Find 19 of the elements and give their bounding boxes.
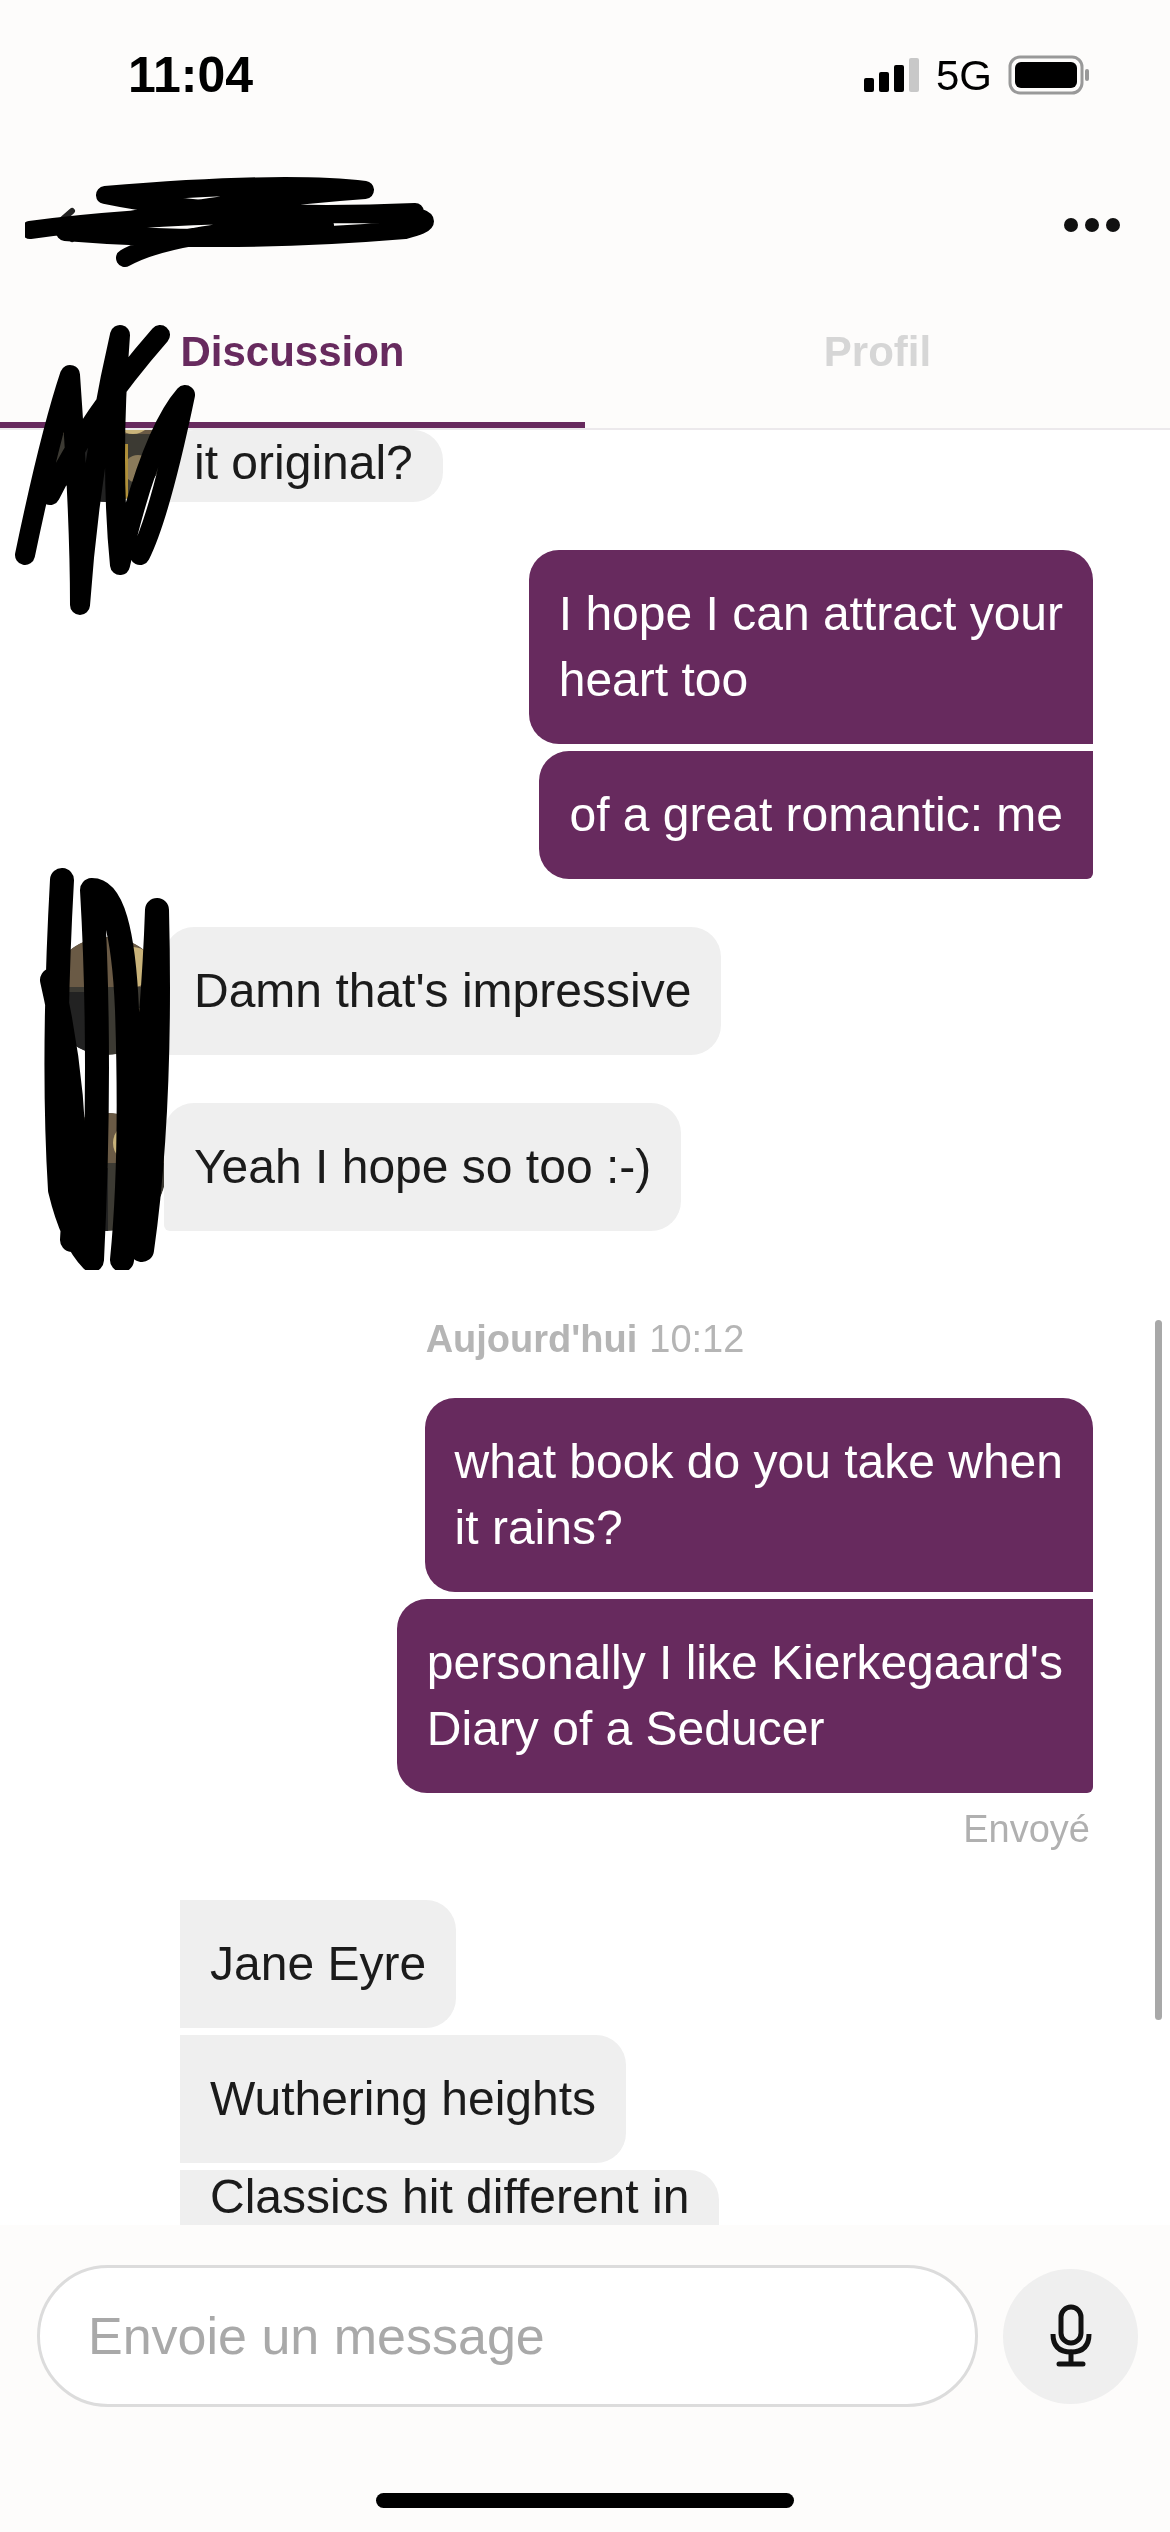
sent-message: of a great romantic: me [539, 751, 1093, 879]
received-message: Jane Eyre [180, 1900, 457, 2028]
microphone-icon [1048, 2304, 1093, 2368]
date-label: Aujourd'hui [425, 1317, 638, 1362]
received-message: Yeah I hope so too :-) [164, 1103, 682, 1231]
scrollbar[interactable] [1155, 1320, 1162, 2020]
sent-message: personally I like Kierkegaard's Diary of a Seducer [396, 1599, 1093, 1793]
more-icon[interactable] [1064, 218, 1120, 232]
sent-message: what book do you take when it rains? [424, 1398, 1093, 1592]
received-message: Classics hit different in [180, 2170, 720, 2225]
signal-icon [863, 58, 920, 92]
message-field[interactable]: Envoie un message [37, 2265, 978, 2407]
battery-icon [1008, 55, 1090, 95]
sent-message: I hope I can attract your heart too [528, 550, 1093, 744]
received-message: Wuthering heights [180, 2035, 626, 2163]
status-time: 11:04 [128, 45, 254, 105]
delivery-status: Envoyé [963, 1807, 1090, 1852]
time-label: 10:12 [649, 1317, 745, 1362]
network-label: 5G [935, 50, 992, 101]
